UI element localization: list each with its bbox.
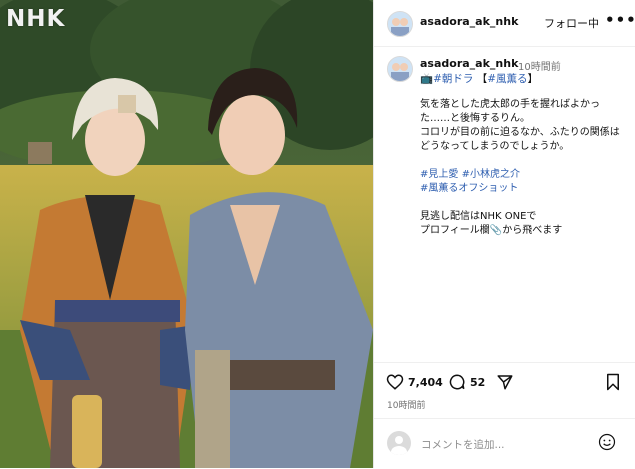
caption-line: 気を落とした虎太郎の手を握ればよかった……と後悔するりん。 — [420, 99, 600, 124]
hashtag-link[interactable]: #風薫る — [487, 73, 527, 85]
nhk-watermark: NHK — [6, 6, 66, 32]
post-panel: asadora_ak_nhk フォロー中 ••• asadora_ak_nhk … — [373, 0, 635, 468]
photo-illustration — [0, 0, 373, 468]
comment-icon[interactable] — [448, 373, 466, 391]
like-count: 7,404 — [408, 375, 443, 389]
caption-line: プロフィール欄📎から飛べます — [420, 225, 563, 236]
caption-username[interactable]: asadora_ak_nhk — [420, 57, 518, 70]
default-avatar-icon — [391, 436, 407, 455]
comment-action[interactable]: 52 — [448, 373, 485, 391]
caption-body: 気を落とした虎太郎の手を握ればよかった……と後悔するりん。 コロリが目の前に迫る… — [420, 98, 625, 238]
hashtag-link[interactable]: #朝ドラ — [433, 73, 473, 85]
avatar-image — [388, 12, 412, 36]
share-action[interactable] — [496, 373, 514, 391]
bracket-open: 【 — [476, 73, 488, 85]
emoji-icon[interactable] — [598, 433, 616, 451]
account-avatar[interactable] — [387, 11, 413, 37]
caption-line: 見逃し配信はNHK ONEで — [420, 211, 537, 222]
post-header: asadora_ak_nhk フォロー中 ••• — [374, 0, 635, 47]
comment-composer: コメントを追加... — [374, 418, 635, 469]
caption-tagline: 📺#朝ドラ 【#風薫る】 — [420, 71, 538, 86]
account-username[interactable]: asadora_ak_nhk — [420, 15, 518, 28]
caption-line: コロリが目の前に迫るなか、ふたりの関係はどうなってしまうのでしょうか。 — [420, 127, 620, 152]
hashtag-link[interactable]: #見上愛 — [420, 169, 458, 180]
user-avatar — [387, 431, 411, 455]
action-bar: 7,404 52 — [374, 362, 635, 403]
tv-icon: 📺 — [420, 73, 434, 85]
post-photo[interactable]: NHK — [0, 0, 373, 468]
comment-input[interactable]: コメントを追加... — [421, 437, 505, 452]
post-timestamp: 10時間前 — [387, 401, 426, 411]
heart-icon[interactable] — [386, 373, 404, 391]
save-action[interactable] — [605, 373, 621, 391]
hashtag-link[interactable]: #風薫るオフショット — [420, 183, 518, 194]
comment-count: 52 — [470, 375, 486, 389]
caption-avatar[interactable] — [387, 56, 413, 82]
bookmark-icon[interactable] — [605, 373, 621, 391]
like-action[interactable]: 7,404 — [386, 373, 443, 391]
share-icon[interactable] — [496, 373, 514, 391]
more-icon[interactable]: ••• — [605, 11, 635, 29]
following-button[interactable]: フォロー中 — [544, 15, 599, 31]
avatar-image — [388, 57, 412, 81]
bracket-close: 】 — [527, 73, 539, 85]
hashtag-link[interactable]: #小林虎之介 — [462, 169, 520, 180]
